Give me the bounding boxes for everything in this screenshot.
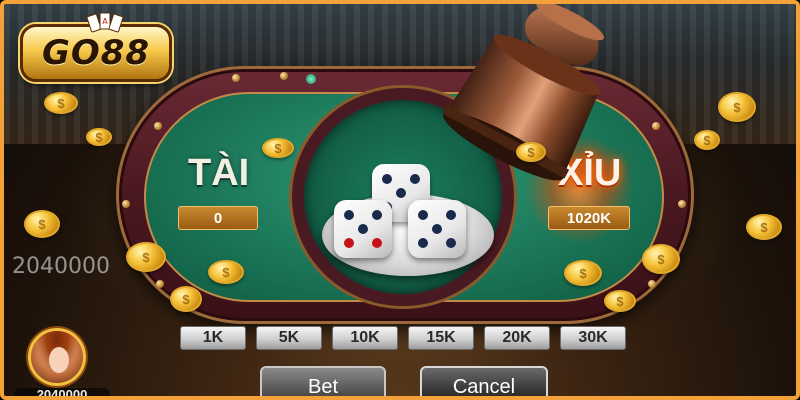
game-screen: A GO88 TÀI 0 XỈU 1020K $ $ $ $ $ $ $ $ $… [0,0,800,400]
rail-stud [122,200,130,208]
gold-coin-icon [516,142,546,162]
die-pip [372,238,382,248]
gold-coin-icon [170,286,202,312]
die-pip [344,238,354,248]
gold-coin-icon [24,210,60,238]
xiu-bet-amount[interactable]: 1020K [548,206,630,230]
chip-30k[interactable]: 30K [560,326,626,350]
go88-logo: A GO88 [20,12,172,82]
status-light [306,74,316,84]
gold-coin-icon [746,214,782,240]
gold-coin-icon [86,128,112,146]
logo-text: GO88 [41,33,151,73]
rail-stud [648,280,656,288]
die-pip [358,224,368,234]
player-avatar[interactable] [28,328,86,386]
balance-display: 2040000 [12,254,110,279]
avatar-face [49,347,69,373]
die-right [408,200,466,258]
dice-cup-icon [442,4,605,181]
die-pip [446,210,456,220]
chip-1k[interactable]: 1K [180,326,246,350]
chip-selector: 1K 5K 10K 15K 20K 30K [180,326,630,352]
playing-cards-icon: A [86,12,124,33]
svg-text:A: A [102,17,108,26]
gold-coin-icon [642,244,680,274]
player-balance: 2040000 [14,388,110,396]
chip-20k[interactable]: 20K [484,326,550,350]
gold-coin-icon [694,130,720,150]
rail-stud [154,122,162,130]
die-pip [418,210,428,220]
die-pip [344,210,354,220]
gold-coin-icon [604,290,636,312]
gold-coin-icon [262,138,294,158]
bet-button[interactable]: Bet [260,366,386,396]
die-pip [396,188,406,198]
tai-label: TÀI [188,152,250,194]
die-pip [432,224,442,234]
tai-bet-amount[interactable]: 0 [178,206,258,230]
die-left [334,200,392,258]
chip-5k[interactable]: 5K [256,326,322,350]
gold-coin-icon [126,242,166,272]
gold-coin-icon [564,260,602,286]
gold-coin-icon [208,260,244,284]
gold-coin-icon [44,92,78,114]
gold-coin-icon [718,92,756,122]
chip-15k[interactable]: 15K [408,326,474,350]
die-pip [372,210,382,220]
die-pip [382,174,392,184]
die-pip [418,238,428,248]
die-pip [446,238,456,248]
rail-stud [280,72,288,80]
rail-stud [678,200,686,208]
chip-10k[interactable]: 10K [332,326,398,350]
rail-stud [652,122,660,130]
rail-stud [156,280,164,288]
cancel-button[interactable]: Cancel [420,366,548,396]
rail-stud [232,74,240,82]
